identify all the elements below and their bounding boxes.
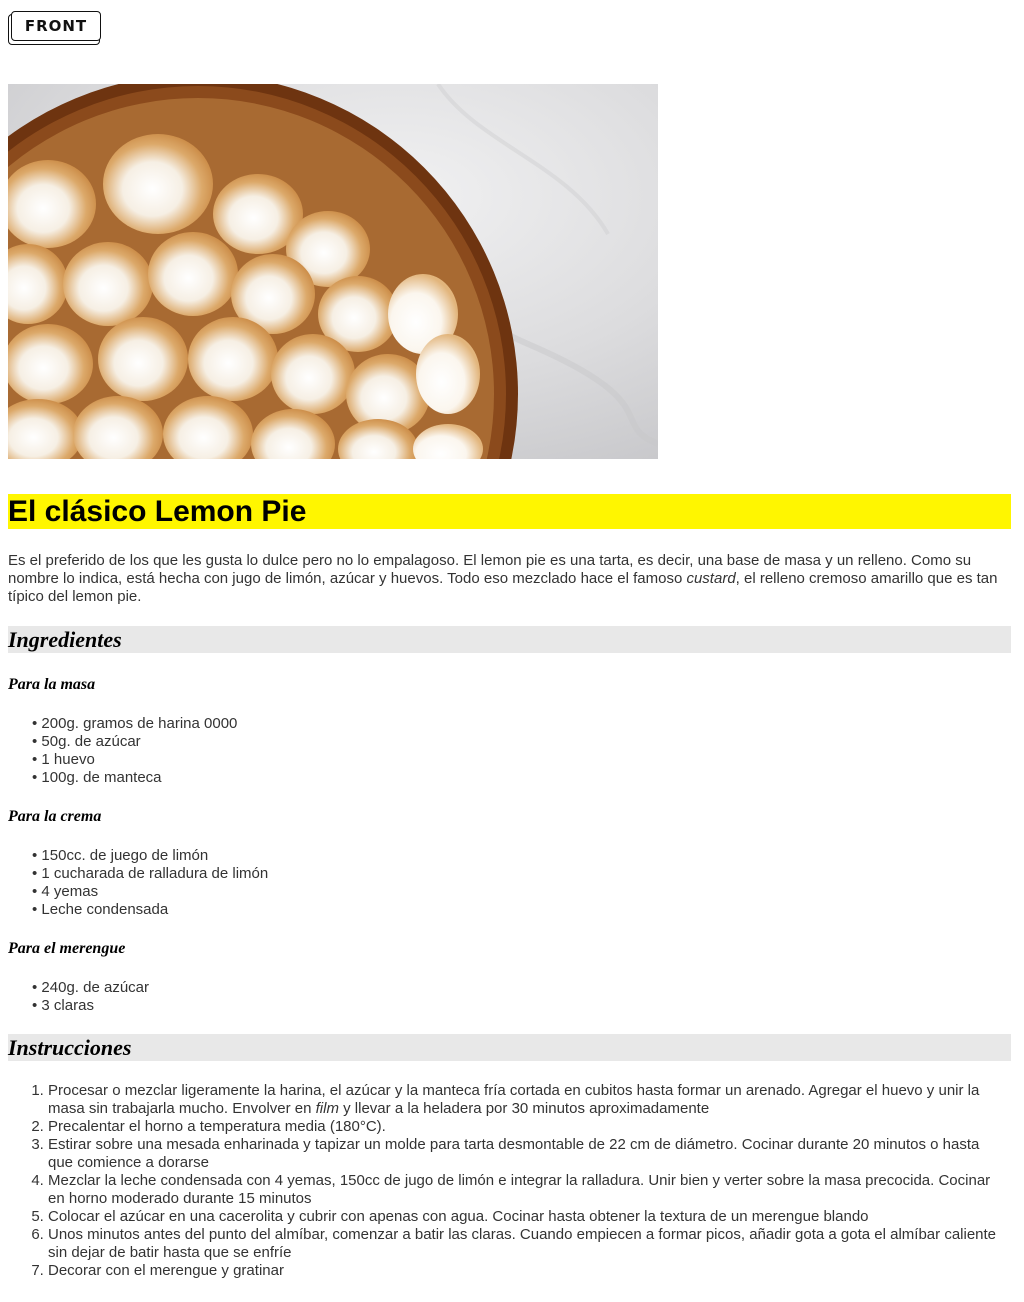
group-title-masa: Para la masa: [8, 676, 96, 693]
front-logo[interactable]: FRONT: [8, 10, 102, 45]
instructions-heading: Instrucciones: [8, 1034, 1011, 1061]
ingredients-heading: Ingredientes: [8, 626, 1011, 653]
recipe-title: El clásico Lemon Pie: [8, 494, 1011, 529]
step-item: Mezclar la leche condensada con 4 yemas,…: [48, 1172, 1008, 1208]
recipe-intro: Es el preferido de los que les gusta lo …: [8, 552, 1018, 606]
step-item: Unos minutos antes del punto del almíbar…: [48, 1226, 1008, 1262]
group-title-merengue: Para el merengue: [8, 940, 126, 957]
ingredient-list-merengue: 240g. de azúcar 3 claras: [32, 979, 149, 1015]
intro-emphasis: custard: [686, 570, 736, 587]
list-item: 3 claras: [32, 997, 149, 1015]
list-item: Leche condensada: [32, 901, 268, 919]
step-item: Precalentar el horno a temperatura media…: [48, 1118, 1008, 1136]
list-item: 1 cucharada de ralladura de limón: [32, 865, 268, 883]
instruction-steps: Procesar o mezclar ligeramente la harina…: [48, 1082, 1008, 1280]
list-item: 100g. de manteca: [32, 769, 237, 787]
list-item: 150cc. de juego de limón: [32, 847, 268, 865]
list-item: 50g. de azúcar: [32, 733, 237, 751]
step-item: Procesar o mezclar ligeramente la harina…: [48, 1082, 1008, 1118]
ingredient-list-crema: 150cc. de juego de limón 1 cucharada de …: [32, 847, 268, 919]
step-item: Estirar sobre una mesada enharinada y ta…: [48, 1136, 1008, 1172]
list-item: 4 yemas: [32, 883, 268, 901]
list-item: 240g. de azúcar: [32, 979, 149, 997]
list-item: 200g. gramos de harina 0000: [32, 715, 237, 733]
logo-text: FRONT: [11, 11, 101, 41]
step-item: Colocar el azúcar en una cacerolita y cu…: [48, 1208, 1008, 1226]
group-title-crema: Para la crema: [8, 808, 102, 825]
ingredient-list-masa: 200g. gramos de harina 0000 50g. de azúc…: [32, 715, 237, 787]
list-item: 1 huevo: [32, 751, 237, 769]
hero-image: [8, 84, 658, 459]
step-item: Decorar con el merengue y gratinar: [48, 1262, 1008, 1280]
